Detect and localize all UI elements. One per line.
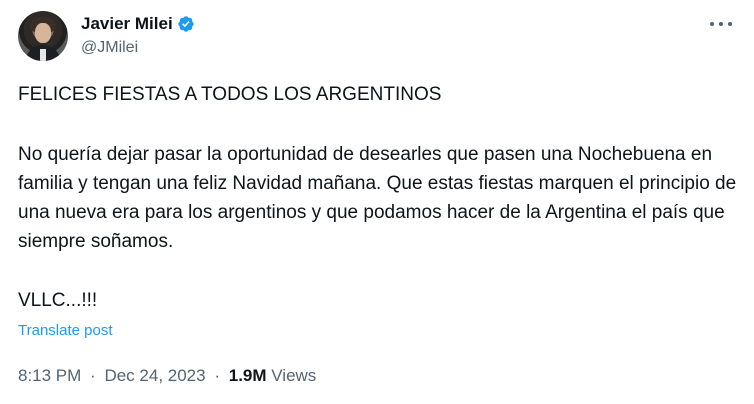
more-options-button[interactable] [710,16,732,32]
tweet-paragraph-2: No quería dejar pasar la oportunidad de … [18,144,737,252]
avatar-shirt [40,49,46,61]
views-label: Views [271,366,317,385]
tweet-header: Javier Milei @JMilei [18,11,195,61]
author-handle[interactable]: @JMilei [81,37,195,59]
meta-separator-2: · [214,366,220,385]
more-horizontal-icon-dot [719,22,723,26]
tweet-meta: 8:13 PM · Dec 24, 2023 · 1.9M Views [18,366,316,386]
verified-badge-icon [177,16,194,32]
tweet-paragraph-3: VLLC...!!! [18,290,98,311]
author-display-name[interactable]: Javier Milei [81,13,173,35]
more-horizontal-icon-dot [728,22,732,26]
meta-separator: · [90,366,96,385]
translate-post-link[interactable]: Translate post [18,322,113,339]
tweet-time[interactable]: 8:13 PM [18,366,81,385]
tweet-date[interactable]: Dec 24, 2023 [104,366,205,385]
more-horizontal-icon [710,22,714,26]
avatar[interactable] [18,11,68,61]
views-count[interactable]: 1.9M [229,366,267,385]
avatar-face [35,23,51,43]
tweet-line-1: FELICES FIESTAS A TODOS LOS ARGENTINOS [18,84,442,105]
tweet-card: Javier Milei @JMilei FELICES FIESTAS A T… [0,0,754,404]
author-info: Javier Milei @JMilei [81,13,195,59]
name-row: Javier Milei [81,13,195,35]
